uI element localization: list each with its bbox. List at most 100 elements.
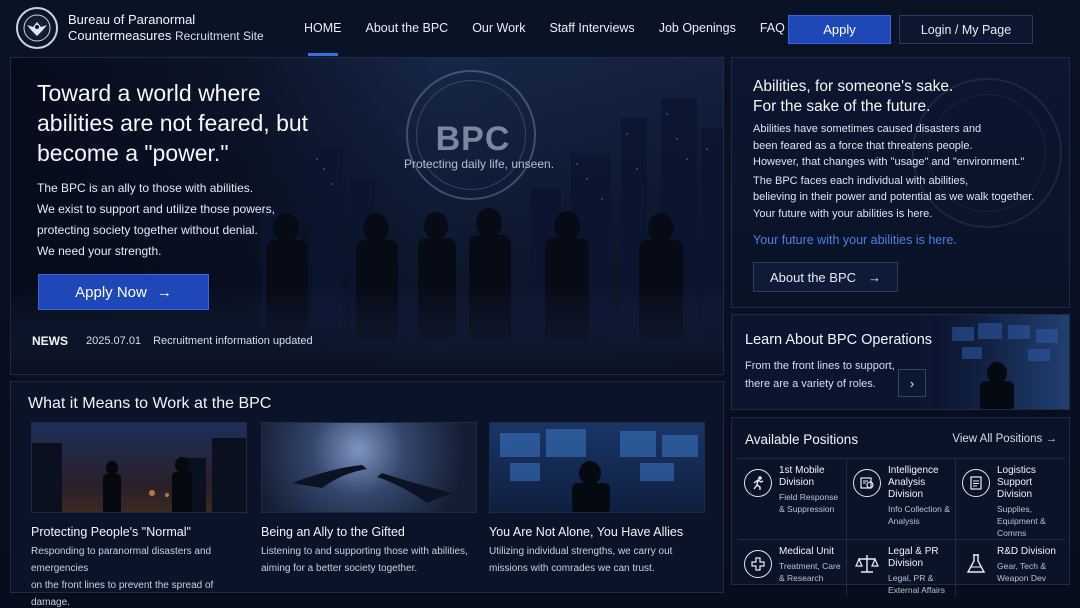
work-card-title: Being an Ally to the Gifted	[261, 525, 405, 539]
position-card[interactable]: R&D Division Gear, Tech & Weapon Dev	[956, 540, 1065, 596]
login-button[interactable]: Login / My Page	[899, 15, 1033, 44]
news-ticker[interactable]: NEWS 2025.07.01 Recruitment information …	[32, 334, 313, 348]
operations-body: From the front lines to support, there a…	[745, 357, 915, 393]
nav-our-work[interactable]: Our Work	[460, 0, 537, 56]
analysis-icon	[853, 469, 881, 497]
about-panel: Abilities, for someone's sake. For the s…	[731, 57, 1070, 308]
position-card[interactable]: Logistics Support Division Supplies, Equ…	[956, 459, 1065, 540]
work-card-line: aiming for a better society together.	[261, 563, 418, 574]
about-title: Abilities, for someone's sake. For the s…	[753, 77, 953, 117]
hero-tagline: Protecting daily life, unseen.	[403, 157, 555, 171]
hero-seal-text: BPC	[435, 120, 511, 158]
page: Bureau of Paranormal Countermeasures Rec…	[0, 0, 1080, 608]
position-desc: Field Response & Suppression	[779, 492, 839, 514]
positions-panel: Available Positions View All Positions →…	[731, 417, 1070, 596]
hero-body-line: The BPC is an ally to those with abiliti…	[37, 181, 254, 195]
nav-about[interactable]: About the BPC	[354, 0, 461, 56]
view-all-positions-link[interactable]: View All Positions →	[952, 433, 1057, 445]
main-nav: HOME About the BPC Our Work Staff Interv…	[292, 0, 797, 56]
position-card[interactable]: Legal & PR Division Legal, PR & External…	[847, 540, 956, 596]
about-line: been feared as a force that threatens pe…	[753, 139, 973, 152]
work-card[interactable]: You Are Not Alone, You Have Allies Utili…	[489, 422, 705, 577]
hero-body: The BPC is an ally to those with abiliti…	[37, 178, 297, 262]
operations-title: Learn About BPC Operations	[745, 332, 933, 348]
work-card-body: Responding to paranormal disasters and e…	[31, 543, 247, 608]
bpc-logo[interactable]	[16, 7, 58, 49]
about-line: Your future with your abilities is here.	[753, 207, 933, 220]
nav-home[interactable]: HOME	[292, 0, 354, 56]
about-bpc-button[interactable]: About the BPC →	[753, 262, 898, 292]
hero-title: Toward a world where abilities are not f…	[37, 80, 309, 166]
news-text[interactable]: Recruitment information updated	[153, 335, 313, 347]
medical-cross-icon	[744, 550, 772, 578]
position-card[interactable]: Intelligence Analysis Division Info Coll…	[847, 459, 956, 540]
scales-icon	[853, 550, 881, 578]
header-apply-button[interactable]: Apply	[788, 15, 891, 44]
position-desc: Gear, Tech & Weapon Dev	[997, 561, 1046, 583]
bpc-seal-watermark: BPC	[406, 70, 536, 200]
position-card[interactable]: 1st Mobile Division Field Response & Sup…	[738, 459, 847, 540]
position-name: Legal & PR Division	[888, 546, 939, 569]
nav-job-openings[interactable]: Job Openings	[647, 0, 748, 56]
operations-panel[interactable]: Learn About BPC Operations From the fron…	[731, 314, 1070, 410]
position-desc: Supplies, Equipment & Comms	[997, 504, 1046, 538]
nav-staff-interviews[interactable]: Staff Interviews	[537, 0, 646, 56]
work-section: What it Means to Work at the BPC Protect…	[10, 381, 724, 608]
eagle-emblem-icon	[23, 14, 51, 42]
position-name: Intelligence Analysis Division	[888, 465, 939, 500]
work-card-line: Utilizing individual strengths, we carry…	[489, 546, 673, 557]
position-name: Medical Unit	[779, 546, 835, 557]
about-line: However, that changes with "usage" and "…	[753, 156, 1025, 168]
chevron-right-icon[interactable]: ›	[898, 369, 926, 397]
positions-grid: 1st Mobile Division Field Response & Sup…	[738, 458, 1065, 596]
position-desc: Info Collection & Analysis	[888, 504, 950, 526]
hero-banner: BPC Protecting daily life, unseen. Towar…	[10, 57, 724, 375]
hero-body-line: We exist to support and utilize those po…	[37, 202, 275, 216]
about-line: believing in their power and potential a…	[753, 191, 1035, 203]
about-line: The BPC faces each individual with abili…	[753, 174, 969, 187]
positions-title: Available Positions	[745, 432, 859, 447]
work-card-line: missions with comrades we can trust.	[489, 563, 655, 574]
site-title-suffix: Recruitment Site	[174, 29, 264, 43]
position-name: 1st Mobile Division	[779, 465, 825, 488]
site-title-line1: Bureau of Paranormal	[68, 12, 196, 27]
work-card-line: Responding to paranormal disasters and e…	[31, 546, 212, 574]
reaching-hands-image	[261, 422, 477, 513]
apply-now-button[interactable]: Apply Now →	[38, 274, 209, 310]
view-all-label: View All Positions	[952, 433, 1043, 445]
news-label: NEWS	[32, 334, 68, 348]
work-card-line: Listening to and supporting those with a…	[261, 546, 468, 557]
work-card-title: You Are Not Alone, You Have Allies	[489, 525, 684, 539]
hero-body-line: protecting society together without deni…	[37, 223, 258, 237]
about-title-line: For the sake of the future.	[753, 98, 931, 115]
position-desc: Treatment, Care & Research	[779, 561, 841, 583]
command-center-image	[489, 422, 705, 513]
position-card[interactable]: Medical Unit Treatment, Care & Research	[738, 540, 847, 596]
monitors-illustration	[952, 323, 1058, 409]
arrow-right-icon: →	[868, 269, 881, 285]
work-card[interactable]: Being an Ally to the Gifted Listening to…	[261, 422, 477, 577]
work-section-title: What it Means to Work at the BPC	[28, 395, 272, 412]
runner-icon	[744, 469, 772, 497]
site-title-line2: Countermeasures	[68, 28, 172, 43]
operations-line: there are a variety of roles.	[745, 378, 876, 390]
about-highlight: Your future with your abilities is here.	[753, 233, 957, 247]
about-body: Abilities have sometimes caused disaster…	[753, 121, 1053, 222]
work-card-body: Utilizing individual strengths, we carry…	[489, 543, 705, 577]
clipboard-icon	[962, 469, 990, 497]
about-title-line: Abilities, for someone's sake.	[753, 78, 954, 95]
about-line: Abilities have sometimes caused disaster…	[753, 123, 982, 135]
flask-icon	[962, 550, 990, 578]
position-desc: Legal, PR & External Affairs	[888, 573, 946, 595]
work-card[interactable]: Protecting People's "Normal" Responding …	[31, 422, 247, 608]
disaster-response-image	[31, 422, 247, 513]
about-bpc-label: About the BPC	[770, 269, 856, 285]
hero-body-line: We need your strength.	[37, 244, 162, 258]
site-title[interactable]: Bureau of Paranormal Countermeasures Rec…	[68, 12, 264, 44]
work-card-line: on the front lines to prevent the spread…	[31, 580, 214, 608]
news-date: 2025.07.01	[86, 335, 142, 347]
operations-line: From the front lines to support,	[745, 360, 895, 372]
control-room-image	[932, 315, 1069, 409]
work-card-body: Listening to and supporting those with a…	[261, 543, 477, 577]
arrow-right-icon: →	[1045, 433, 1058, 445]
